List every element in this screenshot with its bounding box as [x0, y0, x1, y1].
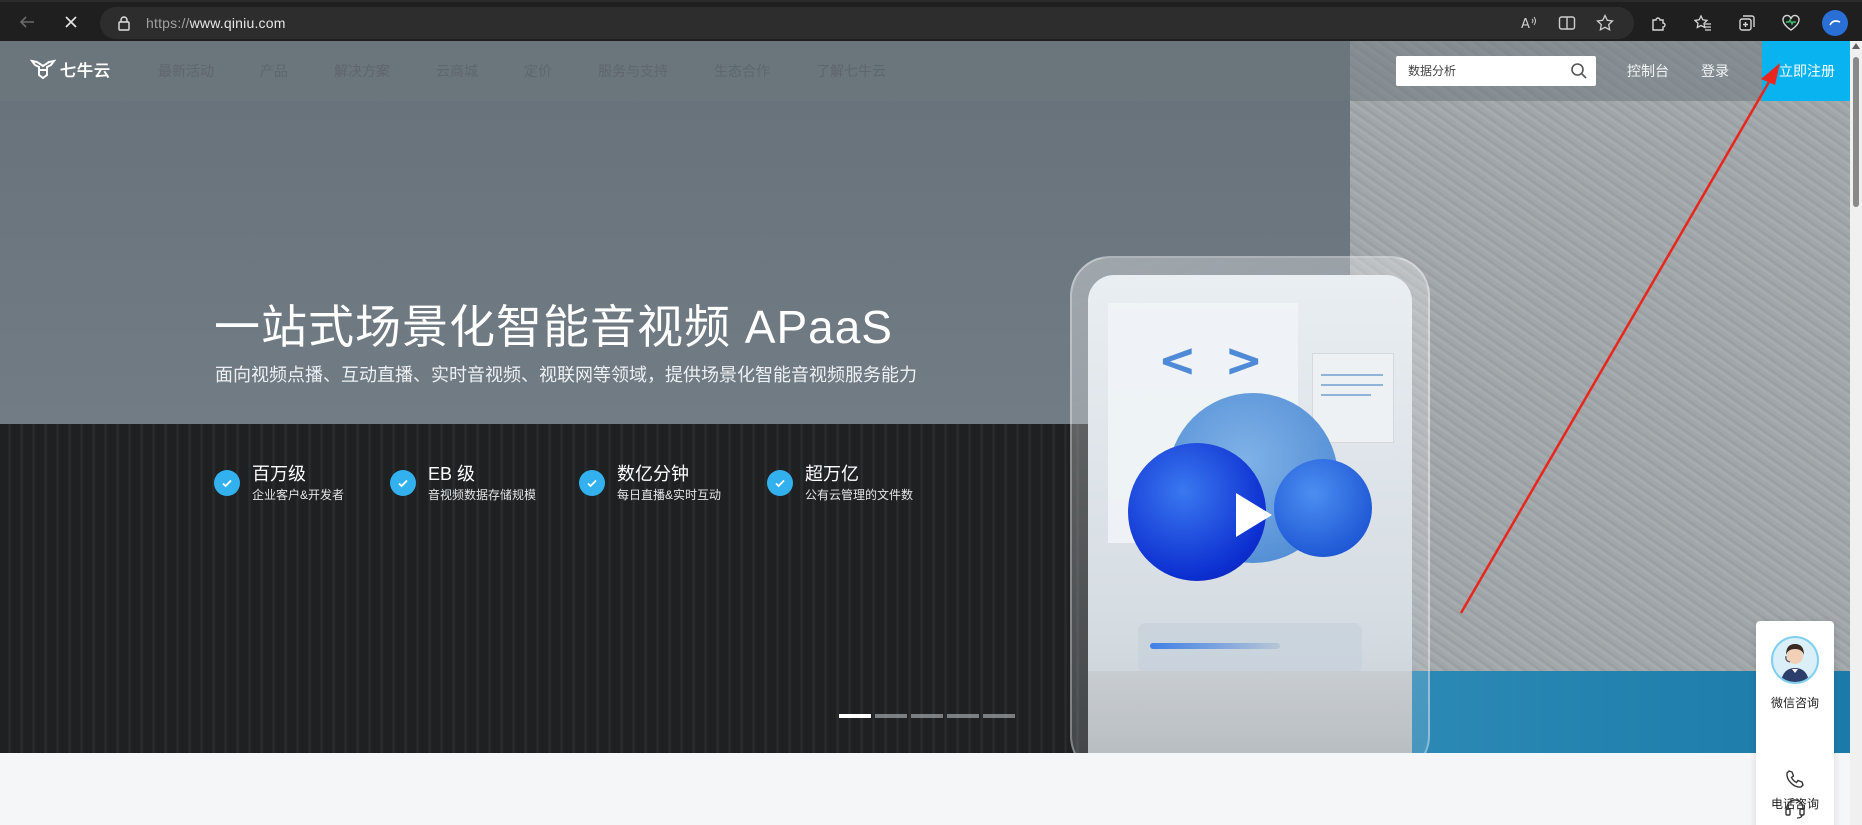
feature-desc: 企业客户&开发者	[252, 488, 345, 502]
feature-list: 百万级 企业客户&开发者 EB 级 音视频数据存储规模 数亿分钟 每日直播&实时…	[214, 461, 957, 503]
nav-item-ecosystem[interactable]: 生态合作	[714, 61, 770, 81]
register-button[interactable]: 立即注册	[1762, 41, 1852, 101]
qiniu-logo[interactable]: 七牛云	[30, 57, 111, 81]
main-nav: 最新活动 产品 解决方案 云商城 定价 服务与支持 生态合作 了解七牛云	[158, 41, 932, 101]
page-scrollbar[interactable]	[1850, 41, 1862, 825]
hero-banner: < > 一站式场景化智能音视频 APaaS 面向视频点播、互动直播、实时音视频、…	[0, 41, 1862, 753]
feature-title: 超万亿	[805, 464, 859, 484]
profile-icon[interactable]	[1820, 8, 1850, 38]
read-aloud-icon[interactable]: A	[1518, 12, 1540, 34]
headset-icon[interactable]	[1784, 797, 1806, 819]
collections-icon[interactable]	[1732, 8, 1762, 38]
reader-view-icon[interactable]	[1556, 12, 1578, 34]
carousel-dot[interactable]	[839, 714, 871, 718]
url-text[interactable]: https://www.qiniu.com	[146, 15, 286, 31]
search-icon[interactable]	[1570, 62, 1588, 80]
carousel-dot[interactable]	[983, 714, 1015, 718]
lock-icon[interactable]	[116, 14, 132, 32]
console-link[interactable]: 控制台	[1627, 61, 1669, 81]
web-page: < > 一站式场景化智能音视频 APaaS 面向视频点播、互动直播、实时音视频、…	[0, 41, 1862, 825]
feature-desc: 每日直播&实时互动	[617, 488, 722, 502]
scroll-up-arrow-icon[interactable]	[1852, 43, 1860, 49]
feature-desc: 音视频数据存储规模	[428, 488, 537, 502]
check-circle-icon	[579, 470, 605, 496]
search-box	[1396, 56, 1596, 86]
code-brackets-icon: < >	[1158, 333, 1270, 387]
scroll-thumb[interactable]	[1853, 57, 1859, 207]
back-arrow-icon[interactable]	[10, 5, 44, 39]
feature-title: EB 级	[428, 464, 476, 484]
carousel-dot[interactable]	[911, 714, 943, 718]
support-agent-avatar[interactable]	[1771, 636, 1819, 684]
nav-item-latest[interactable]: 最新活动	[158, 61, 214, 81]
feature-item: 超万亿 公有云管理的文件数	[767, 461, 957, 503]
feature-title: 百万级	[252, 464, 306, 484]
nav-item-marketplace[interactable]: 云商城	[436, 61, 478, 81]
hero-subtitle: 面向视频点播、互动直播、实时音视频、视联网等领域，提供场景化智能音视频服务能力	[215, 365, 917, 385]
extensions-icon[interactable]	[1644, 8, 1674, 38]
feature-item: 百万级 企业客户&开发者	[214, 461, 390, 503]
address-bar[interactable]: https://www.qiniu.com A	[100, 7, 1634, 39]
logo-text: 七牛云	[60, 63, 112, 80]
nav-item-products[interactable]: 产品	[260, 61, 288, 81]
login-link[interactable]: 登录	[1701, 61, 1729, 81]
svg-text:A: A	[1521, 17, 1530, 31]
nav-item-pricing[interactable]: 定价	[524, 61, 552, 81]
stop-loading-icon[interactable]	[54, 5, 88, 39]
qiniu-logo-icon	[30, 59, 56, 80]
favorite-star-icon[interactable]	[1594, 12, 1616, 34]
feature-item: 数亿分钟 每日直播&实时互动	[579, 461, 767, 503]
carousel-indicators	[839, 714, 1015, 718]
check-circle-icon	[214, 470, 240, 496]
browser-essentials-icon[interactable]	[1776, 8, 1806, 38]
feature-item: EB 级 音视频数据存储规模	[390, 461, 579, 503]
feature-desc: 公有云管理的文件数	[805, 488, 914, 502]
check-circle-icon	[390, 470, 416, 496]
favorites-icon[interactable]	[1688, 8, 1718, 38]
search-input[interactable]	[1408, 64, 1558, 78]
feature-title: 数亿分钟	[617, 464, 689, 484]
nav-item-solutions[interactable]: 解决方案	[334, 61, 390, 81]
nav-item-about[interactable]: 了解七牛云	[816, 61, 886, 81]
carousel-dot[interactable]	[947, 714, 979, 718]
wechat-consult-label[interactable]: 微信咨询	[1756, 694, 1834, 711]
url-protocol: https://	[146, 15, 190, 31]
consult-widget: 微信咨询 电话咨询	[1756, 621, 1834, 825]
site-header: 七牛云 最新活动 产品 解决方案 云商城 定价 服务与支持 生态合作 了解七牛云…	[0, 41, 1862, 101]
browser-toolbar: https://www.qiniu.com A	[0, 0, 1862, 41]
nav-item-support[interactable]: 服务与支持	[598, 61, 668, 81]
carousel-dot[interactable]	[875, 714, 907, 718]
play-icon	[1236, 493, 1272, 537]
url-host: www.qiniu.com	[189, 15, 286, 31]
hero-title: 一站式场景化智能音视频 APaaS	[214, 301, 893, 353]
phone-icon[interactable]	[1784, 768, 1806, 790]
check-circle-icon	[767, 470, 793, 496]
